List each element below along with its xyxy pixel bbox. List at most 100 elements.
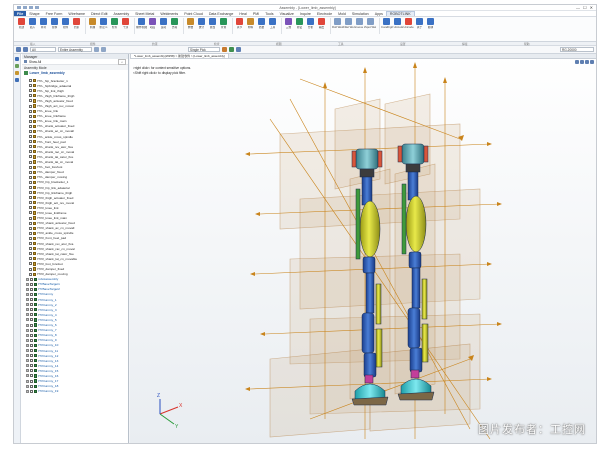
expand-icon[interactable]: +: [26, 364, 29, 368]
render-icon[interactable]: [236, 47, 241, 52]
visibility-checkbox[interactable]: [29, 186, 32, 190]
visibility-checkbox[interactable]: [29, 109, 32, 113]
ribbon-button[interactable]: 材料: [245, 18, 256, 39]
expand-icon[interactable]: +: [26, 389, 29, 393]
layer-icon[interactable]: [15, 71, 19, 75]
visibility-checkbox[interactable]: [29, 114, 32, 118]
visibility-checkbox[interactable]: [29, 170, 32, 174]
visibility-checkbox[interactable]: [30, 379, 33, 383]
menu-inquire[interactable]: Inquire: [297, 11, 314, 16]
visibility-checkbox[interactable]: [29, 267, 32, 271]
expand-icon[interactable]: +: [26, 323, 29, 327]
visibility-checkbox[interactable]: [29, 231, 32, 235]
visibility-checkbox[interactable]: [29, 160, 32, 164]
visibility-checkbox[interactable]: [29, 99, 32, 103]
visibility-checkbox[interactable]: [29, 180, 32, 184]
menu-shape[interactable]: Shape: [26, 11, 42, 16]
ribbon-button[interactable]: 验证: [294, 18, 305, 39]
visibility-checkbox[interactable]: [29, 257, 32, 261]
visibility-checkbox[interactable]: [29, 236, 32, 240]
menu-electrode[interactable]: Electrode: [314, 11, 335, 16]
visibility-checkbox[interactable]: [30, 349, 33, 353]
ribbon-button[interactable]: 机械: [87, 18, 98, 39]
ribbon-button[interactable]: 统计: [196, 18, 207, 39]
tolerance-combo[interactable]: RG.20000: [560, 47, 594, 52]
ribbon-button[interactable]: 参数: [185, 18, 196, 39]
filter-icon[interactable]: [94, 47, 99, 52]
ribbon-button[interactable]: 干涉: [120, 18, 131, 39]
visibility-checkbox[interactable]: [29, 135, 32, 139]
pick-icon[interactable]: [222, 47, 227, 52]
ribbon-button[interactable]: 三维: [283, 18, 294, 39]
visibility-checkbox[interactable]: [29, 196, 32, 200]
snap-icon[interactable]: [229, 47, 234, 52]
visibility-checkbox[interactable]: [29, 201, 32, 205]
visibility-checkbox[interactable]: [29, 155, 32, 159]
window-controls[interactable]: — ☐ ✕: [576, 5, 593, 10]
ribbon-button[interactable]: 重定义: [98, 18, 109, 39]
expand-icon[interactable]: +: [26, 287, 29, 291]
menu-pmi[interactable]: PMI: [250, 11, 262, 16]
ribbon-button[interactable]: 组件: [60, 18, 71, 39]
menu-point-cloud[interactable]: Point Cloud: [181, 11, 206, 16]
ribbon-button[interactable]: 输出: [316, 18, 327, 39]
maximize-icon[interactable]: ☐: [583, 5, 587, 10]
search-field[interactable]: ⌕: [118, 58, 126, 65]
visibility-checkbox[interactable]: [29, 206, 32, 210]
visibility-checkbox[interactable]: [29, 216, 32, 220]
expand-icon[interactable]: +: [26, 308, 29, 312]
visibility-checkbox[interactable]: [30, 359, 33, 363]
ribbon-button[interactable]: 仿真: [169, 18, 180, 39]
visibility-checkbox[interactable]: [30, 313, 33, 317]
view-icon[interactable]: [15, 78, 19, 82]
ribbon-button[interactable]: 运动: [158, 18, 169, 39]
visibility-checkbox[interactable]: [29, 79, 32, 83]
visibility-checkbox[interactable]: [30, 328, 33, 332]
visibility-checkbox[interactable]: [29, 252, 32, 256]
visibility-checkbox[interactable]: [30, 384, 33, 388]
visibility-checkbox[interactable]: [29, 262, 32, 266]
menu-simulation[interactable]: Simulation: [349, 11, 372, 16]
menu-mold[interactable]: Mold: [335, 11, 349, 16]
expand-icon[interactable]: +: [26, 333, 29, 337]
ribbon-button[interactable]: Unicode: [403, 18, 414, 39]
ribbon-button[interactable]: 替换: [49, 18, 60, 39]
ribbon-button[interactable]: 检查: [109, 18, 120, 39]
ribbon-button[interactable]: 关于: [414, 18, 425, 39]
visibility-checkbox[interactable]: [30, 374, 33, 378]
expand-icon[interactable]: +: [26, 277, 29, 281]
visibility-checkbox[interactable]: [29, 129, 32, 133]
close-icon[interactable]: ✕: [590, 5, 593, 10]
visibility-checkbox[interactable]: [30, 298, 33, 302]
menu-data-exchange[interactable]: Data Exchange: [206, 11, 237, 16]
visibility-checkbox[interactable]: [30, 343, 33, 347]
graphics-viewport[interactable]: *Lower_limb_assembly(W258) > 新建零件 > [Low…: [130, 53, 596, 443]
expand-icon[interactable]: +: [26, 349, 29, 353]
ribbon-button[interactable]: 工具: [267, 18, 278, 39]
visibility-checkbox[interactable]: [30, 333, 33, 337]
expand-icon[interactable]: +: [26, 369, 29, 373]
visibility-checkbox[interactable]: [29, 119, 32, 123]
quick-access-toolbar[interactable]: [17, 6, 39, 9]
visibility-checkbox[interactable]: [29, 104, 32, 108]
visibility-checkbox[interactable]: [30, 318, 33, 322]
expand-icon[interactable]: +: [26, 374, 29, 378]
expand-icon[interactable]: +: [26, 303, 29, 307]
select-icon[interactable]: [101, 47, 106, 52]
visibility-checkbox[interactable]: [30, 308, 33, 312]
ribbon-button[interactable]: Spot Weld: [365, 18, 376, 39]
ribbon-button[interactable]: 模块: [425, 18, 436, 39]
visibility-checkbox[interactable]: [29, 242, 32, 246]
ribbon-button[interactable]: 关节: [234, 18, 245, 39]
ribbon-button[interactable]: 新建: [16, 18, 27, 39]
expand-icon[interactable]: +: [26, 343, 29, 347]
visibility-checkbox[interactable]: [29, 221, 32, 225]
ribbon-button[interactable]: 查询: [218, 18, 229, 39]
history-icon[interactable]: [15, 57, 19, 61]
expand-icon[interactable]: +: [26, 379, 29, 383]
scope-combo[interactable]: Entire Assembly: [58, 47, 92, 52]
redo-icon[interactable]: [23, 47, 28, 52]
tab-assembly[interactable]: *Lower_limb_assembly(W258) > 新建零件 > [Low…: [130, 53, 229, 58]
menu-direct-edit[interactable]: Direct Edit: [88, 11, 111, 16]
visibility-checkbox[interactable]: [30, 338, 33, 342]
